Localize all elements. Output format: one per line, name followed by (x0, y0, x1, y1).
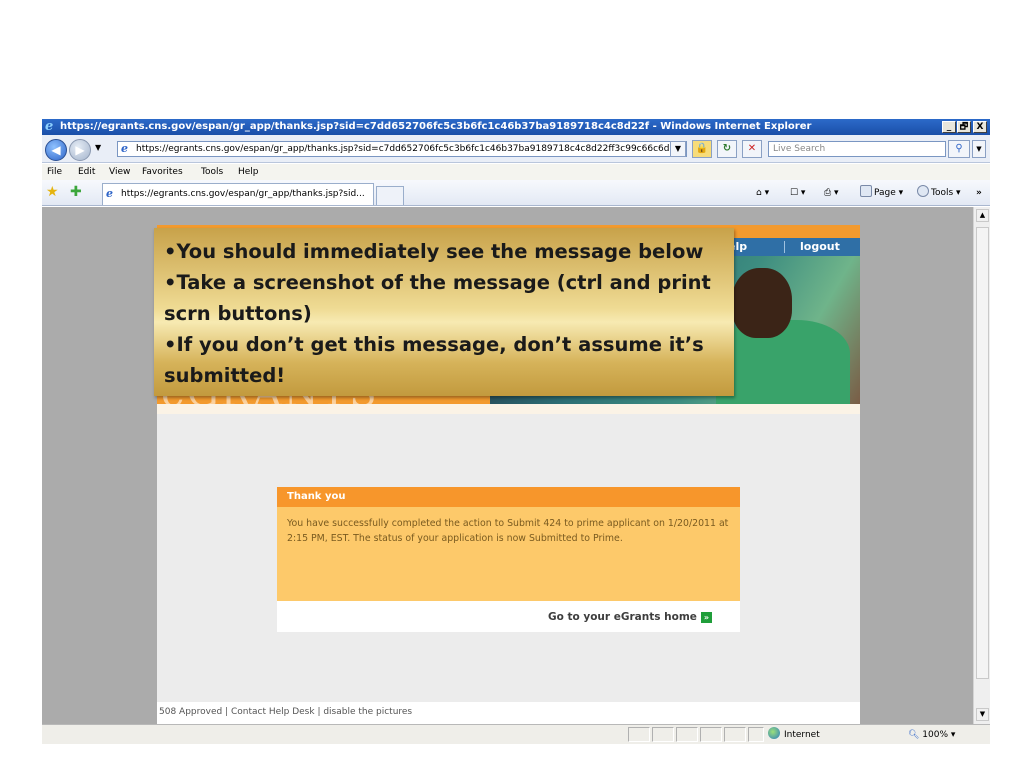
page-menu-icon (860, 185, 872, 197)
window-title: https://egrants.cns.gov/espan/gr_app/tha… (60, 121, 812, 132)
maximize-button[interactable]: 🗗 (957, 121, 971, 133)
stop-icon[interactable]: ✕ (742, 140, 762, 158)
url-dropdown-icon[interactable]: ▼ (670, 141, 686, 157)
callout-line-2: •Take a screenshot of the message (ctrl … (164, 271, 711, 325)
menu-favorites[interactable]: Favorites (142, 164, 183, 180)
search-options-icon[interactable]: ▼ (972, 140, 986, 158)
status-cell (628, 727, 650, 742)
lock-icon[interactable]: 🔒 (692, 140, 712, 158)
print-icon[interactable]: ⎙ ▾ (824, 185, 839, 201)
address-toolbar: ◀ ▶ ▼ e https://egrants.cns.gov/espan/gr… (42, 135, 990, 163)
zoom-icon: 🔍︎ (908, 730, 923, 740)
banner-photo-person (716, 320, 850, 404)
forward-button[interactable]: ▶ (69, 139, 91, 161)
history-dropdown-icon[interactable]: ▼ (95, 143, 101, 152)
status-bar: Internet 🔍︎ 100% ▾ (42, 724, 990, 744)
tab-page-icon: e (106, 187, 113, 200)
search-input[interactable]: Live Search (768, 141, 946, 157)
scroll-up-icon[interactable]: ▲ (976, 209, 989, 222)
instruction-callout: •You should immediately see the message … (154, 228, 734, 396)
refresh-icon[interactable]: ↻ (717, 140, 737, 158)
vertical-scrollbar[interactable]: ▲ ▼ (973, 207, 990, 724)
menu-tools[interactable]: Tools (201, 164, 223, 180)
status-cell (700, 727, 722, 742)
status-cell (676, 727, 698, 742)
tab-current-page[interactable]: e https://egrants.cns.gov/espan/gr_app/t… (102, 183, 374, 205)
scrollbar-thumb[interactable] (976, 227, 989, 679)
window-title-bar: e https://egrants.cns.gov/espan/gr_app/t… (42, 119, 990, 135)
search-placeholder: Live Search (773, 144, 826, 154)
ie-logo-icon: e (45, 119, 54, 134)
nav-logout-link[interactable]: logout (800, 238, 840, 256)
zoom-label: 100% (922, 730, 949, 740)
page-footer: 508 Approved | Contact Help Desk | disab… (157, 702, 860, 724)
banner-subband (157, 404, 860, 414)
chevron-more-icon[interactable]: » (976, 185, 982, 201)
tools-menu-button[interactable]: Tools ▾ (917, 185, 961, 201)
thank-you-message: You have successfully completed the acti… (277, 507, 740, 601)
back-button[interactable]: ◀ (45, 139, 67, 161)
internet-globe-icon (768, 727, 780, 739)
add-favorite-icon[interactable]: ✚ (70, 184, 82, 200)
tools-menu-label: Tools (931, 188, 954, 198)
callout-line-3: •If you don’t get this message, don’t as… (164, 333, 704, 387)
page-menu-button[interactable]: Page ▾ (860, 185, 903, 201)
status-cell (652, 727, 674, 742)
status-cell (748, 727, 764, 742)
security-zone-label: Internet (784, 730, 820, 740)
status-cell (724, 727, 746, 742)
menu-help[interactable]: Help (238, 164, 259, 180)
page-icon: e (121, 142, 128, 155)
go-arrow-icon: » (700, 612, 712, 623)
url-text: https://egrants.cns.gov/espan/gr_app/tha… (136, 144, 670, 154)
minimize-button[interactable]: _ (942, 121, 956, 133)
url-input[interactable]: e https://egrants.cns.gov/espan/gr_app/t… (117, 141, 687, 157)
favorites-center-icon[interactable]: ★ (46, 184, 59, 200)
banner-photo-head (732, 268, 792, 338)
tab-label: https://egrants.cns.gov/espan/gr_app/tha… (121, 189, 365, 199)
callout-line-1: •You should immediately see the message … (164, 240, 704, 263)
egrants-home-link-label: Go to your eGrants home (548, 611, 697, 623)
nav-divider (784, 241, 785, 253)
feeds-icon[interactable]: ☐ ▾ (790, 185, 805, 201)
menu-view[interactable]: View (109, 164, 130, 180)
search-icon[interactable]: ⚲ (948, 140, 970, 158)
thank-you-header: Thank you (277, 487, 740, 507)
home-icon[interactable]: ⌂ ▾ (756, 185, 769, 201)
page-menu-label: Page (874, 188, 896, 198)
site-top-nav: elp logout (724, 238, 860, 256)
tools-gear-icon (917, 185, 929, 197)
menu-file[interactable]: File (47, 164, 62, 180)
close-window-button[interactable]: X (973, 121, 987, 133)
new-tab-button[interactable] (376, 186, 404, 205)
zoom-level[interactable]: 🔍︎ 100% ▾ (908, 726, 955, 744)
egrants-home-link[interactable]: Go to your eGrants home» (548, 608, 712, 626)
scroll-down-icon[interactable]: ▼ (976, 708, 989, 721)
menu-edit[interactable]: Edit (78, 164, 95, 180)
menu-bar: File Edit View Favorites Tools Help (42, 164, 990, 180)
security-zone[interactable]: Internet (768, 726, 820, 744)
tab-bar: ★ ✚ e https://egrants.cns.gov/espan/gr_a… (42, 180, 990, 206)
